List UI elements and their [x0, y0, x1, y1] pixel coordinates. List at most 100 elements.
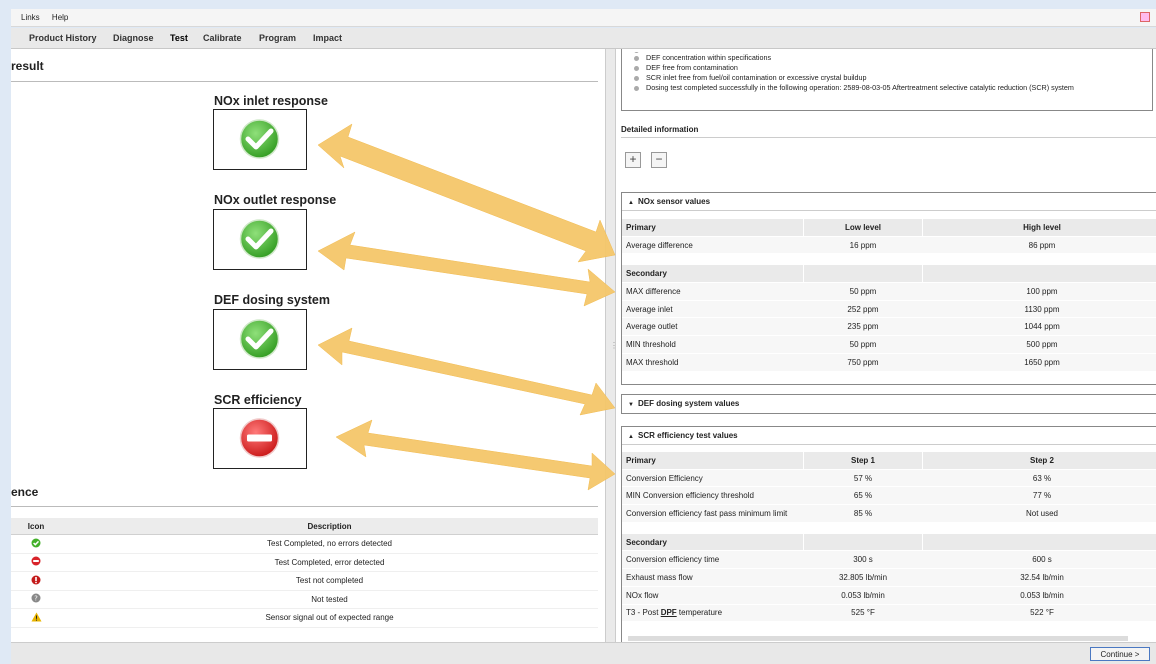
def-panel-title: DEF dosing system values — [638, 399, 739, 408]
tab-calibrate[interactable]: Calibrate — [203, 28, 242, 48]
table-row: Average inlet 252 ppm 1130 ppm — [622, 300, 1156, 318]
table-row: MAX difference 50 ppm 100 ppm — [622, 283, 1156, 301]
table-cell: MAX threshold — [622, 353, 804, 371]
collapse-triangle-icon: ▲ — [628, 429, 638, 446]
legend-description: Not tested — [61, 590, 598, 609]
table-row: Average difference 16 ppm 86 ppm — [622, 236, 1156, 254]
table-row: Average outlet 235 ppm 1044 ppm — [622, 318, 1156, 336]
table-cell: 522 °F — [923, 604, 1156, 622]
list-item: DEF free from contamination — [634, 63, 1152, 73]
reference-heading: ence — [11, 485, 38, 499]
table-cell: 0.053 lb/min — [923, 586, 1156, 604]
results-pane: result NOx inlet response NOx outlet res… — [11, 49, 605, 642]
table-row: Sensor signal out of expected range — [11, 609, 598, 628]
table-row: Primary Low level High level — [622, 219, 1156, 236]
expand-all-button[interactable]: + — [625, 152, 641, 168]
table-cell: 1130 ppm — [923, 300, 1156, 318]
status-bar: Continue > — [11, 642, 1156, 664]
table-cell: 300 s — [804, 551, 923, 569]
test-result-nox-inlet[interactable] — [213, 109, 307, 170]
table-cell: 77 % — [923, 487, 1156, 505]
table-row: NOx flow 0.053 lb/min 0.053 lb/min — [622, 586, 1156, 604]
legend-table: Icon Description Test Completed, no erro… — [11, 518, 598, 628]
nox-values-table: Primary Low level High level Average dif… — [622, 219, 1156, 372]
test-title-def-dosing: DEF dosing system — [214, 293, 330, 307]
table-header-cell: Step 2 — [923, 452, 1156, 469]
table-header-cell: High level — [923, 219, 1156, 236]
table-cell: 252 ppm — [804, 300, 923, 318]
table-cell: 50 ppm — [804, 283, 923, 301]
test-result-scr-efficiency[interactable] — [213, 408, 307, 469]
def-panel-header[interactable]: ▼DEF dosing system values — [622, 395, 1156, 412]
legend-header-description: Description — [61, 518, 598, 535]
table-header-cell: Secondary — [622, 265, 804, 283]
expand-triangle-icon: ▼ — [628, 397, 638, 414]
table-cell: 750 ppm — [804, 353, 923, 371]
nav-tabs: Product History Diagnose Test Calibrate … — [11, 28, 1156, 49]
tab-program[interactable]: Program — [259, 28, 296, 48]
table-cell: 235 ppm — [804, 318, 923, 336]
menu-links[interactable]: Links — [21, 9, 40, 26]
list-item: Dosing test completed successfully in th… — [634, 83, 1152, 93]
table-cell: MIN threshold — [622, 336, 804, 354]
continue-button[interactable]: Continue > — [1090, 647, 1150, 661]
svg-text:?: ? — [34, 595, 38, 603]
table-cell: 63 % — [923, 469, 1156, 487]
table-cell: Average inlet — [622, 300, 804, 318]
legend-description: Test not completed — [61, 572, 598, 591]
table-header-cell: Primary — [622, 219, 804, 236]
check-icon — [31, 538, 41, 548]
tab-diagnose[interactable]: Diagnose — [113, 28, 154, 48]
table-cell: 50 ppm — [804, 336, 923, 354]
tab-impact[interactable]: Impact — [313, 28, 342, 48]
table-header-cell: Low level — [804, 219, 923, 236]
minus-icon — [31, 556, 41, 566]
legend-description: Test Completed, error detected — [61, 553, 598, 572]
table-cell: 65 % — [804, 487, 923, 505]
collapse-all-button[interactable]: − — [651, 152, 667, 168]
legend-header-icon: Icon — [11, 518, 61, 535]
table-row: Primary Step 1 Step 2 — [622, 452, 1156, 469]
test-title-scr-efficiency: SCR efficiency — [214, 393, 302, 407]
table-cell: 0.053 lb/min — [804, 586, 923, 604]
table-cell: 1044 ppm — [923, 318, 1156, 336]
scr-panel-title: SCR efficiency test values — [638, 431, 738, 440]
menu-help[interactable]: Help — [52, 9, 68, 26]
table-cell: MIN Conversion efficiency threshold — [622, 487, 804, 505]
table-row: Conversion efficiency fast pass minimum … — [622, 505, 1156, 523]
table-row: Conversion efficiency time 300 s 600 s — [622, 551, 1156, 569]
tab-product-history[interactable]: Product History — [29, 28, 97, 48]
table-cell: Not used — [923, 505, 1156, 523]
def-dosing-values-panel: ▼DEF dosing system values — [621, 394, 1156, 414]
list-item: SCR inlet free from fuel/oil contaminati… — [634, 73, 1152, 83]
test-result-def-dosing[interactable] — [213, 309, 307, 370]
tab-test[interactable]: Test — [170, 28, 188, 48]
table-row: Secondary — [622, 533, 1156, 551]
table-row: ? Not tested — [11, 590, 598, 609]
partially-visible-row — [628, 636, 1128, 641]
table-cell: 32.54 lb/min — [923, 569, 1156, 587]
pane-splitter[interactable]: ⋮ — [605, 49, 616, 642]
table-cell: Exhaust mass flow — [622, 569, 804, 587]
close-icon[interactable] — [1140, 12, 1150, 22]
table-row: Exhaust mass flow 32.805 lb/min 32.54 lb… — [622, 569, 1156, 587]
table-cell: Average difference — [622, 236, 804, 254]
table-cell: 85 % — [804, 505, 923, 523]
dpf-link[interactable]: DPF — [661, 608, 677, 617]
legend-description: Test Completed, no errors detected — [61, 535, 598, 554]
menu-bar: Links Help — [11, 9, 1156, 27]
details-pane: DEF concentration within specifications … — [616, 49, 1156, 642]
divider — [11, 506, 598, 507]
nox-panel-title: NOx sensor values — [638, 197, 710, 206]
table-header-cell: Secondary — [622, 533, 804, 551]
table-cell: 86 ppm — [923, 236, 1156, 254]
table-header-cell: Step 1 — [804, 452, 923, 469]
nox-panel-header[interactable]: ▲NOx sensor values — [622, 193, 1156, 211]
test-result-nox-outlet[interactable] — [213, 209, 307, 270]
table-cell: Conversion efficiency fast pass minimum … — [622, 505, 804, 523]
table-cell: Conversion efficiency time — [622, 551, 804, 569]
table-row: Test Completed, error detected — [11, 553, 598, 572]
result-heading: result — [11, 59, 44, 73]
detailed-information-title: Detailed information — [621, 125, 698, 134]
scr-panel-header[interactable]: ▲SCR efficiency test values — [622, 427, 1156, 445]
